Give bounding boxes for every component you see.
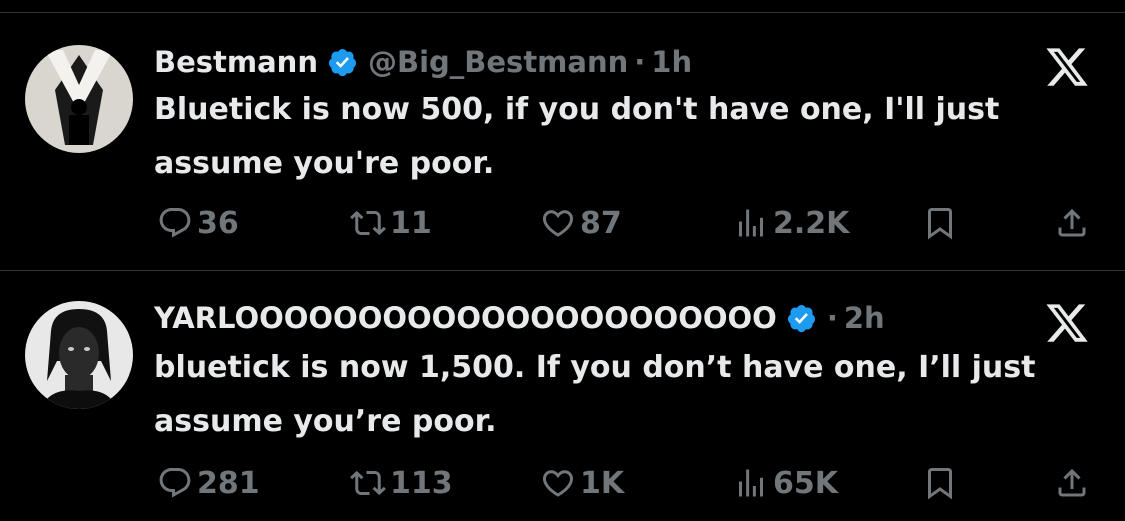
- share-icon: [1058, 468, 1086, 497]
- bookmark-button[interactable]: [922, 203, 958, 243]
- tweet-text: Bluetick is now 500, if you don't have o…: [154, 92, 1000, 181]
- retweet-count: 113: [390, 465, 453, 501]
- separator: ·: [826, 301, 838, 335]
- like-icon: [542, 210, 574, 237]
- verified-badge-icon: [786, 303, 817, 334]
- views-count: 2.2K: [773, 205, 850, 241]
- avatar-image: [25, 301, 133, 409]
- views-icon: [739, 469, 763, 497]
- separator: ·: [634, 45, 646, 79]
- like-button[interactable]: 1K: [540, 463, 624, 503]
- retweet-count: 11: [390, 205, 432, 241]
- bookmark-button[interactable]: [922, 463, 958, 503]
- share-button[interactable]: [1054, 463, 1090, 503]
- avatar[interactable]: [25, 45, 133, 153]
- like-icon: [542, 470, 574, 497]
- retweet-icon: [350, 470, 386, 496]
- share-button[interactable]: [1054, 203, 1090, 243]
- avatar-image: [25, 45, 133, 153]
- tweet-header: YARLOOOOOOOOOOOOOOOOOOOOOO · 2h: [154, 298, 885, 338]
- like-button[interactable]: 87: [540, 203, 622, 243]
- views-button[interactable]: 65K: [733, 463, 838, 503]
- timestamp[interactable]: 2h: [844, 301, 885, 335]
- views-button[interactable]: 2.2K: [733, 203, 849, 243]
- like-count: 87: [580, 205, 622, 241]
- bookmark-icon: [928, 468, 952, 500]
- action-bar: 281 113 1K 65K: [0, 463, 1125, 503]
- top-divider: [0, 12, 1125, 13]
- reply-count: 281: [197, 465, 260, 501]
- display-name[interactable]: Bestmann: [154, 45, 318, 79]
- timestamp[interactable]: 1h: [651, 45, 692, 79]
- tweet-text: bluetick is now 1,500. If you don’t have…: [154, 350, 1036, 439]
- share-icon: [1058, 208, 1086, 237]
- retweet-button[interactable]: 113: [350, 463, 453, 503]
- action-bar: 36 11 87 2.2K: [0, 203, 1125, 243]
- handle[interactable]: @Big_Bestmann: [368, 45, 628, 79]
- reply-button[interactable]: 36: [157, 203, 239, 243]
- like-count: 1K: [580, 465, 625, 501]
- bookmark-icon: [928, 208, 952, 240]
- reply-icon: [159, 468, 191, 498]
- display-name[interactable]: YARLOOOOOOOOOOOOOOOOOOOOOO: [154, 301, 777, 335]
- views-count: 65K: [773, 465, 838, 501]
- x-logo-icon: [1043, 300, 1091, 346]
- reply-icon: [159, 208, 191, 238]
- views-icon: [739, 209, 763, 237]
- tweet-header: Bestmann @Big_Bestmann · 1h: [154, 42, 692, 82]
- reply-button[interactable]: 281: [157, 463, 260, 503]
- verified-badge-icon: [327, 47, 358, 78]
- tweet-divider: [0, 270, 1125, 271]
- retweet-icon: [350, 210, 386, 236]
- retweet-button[interactable]: 11: [350, 203, 432, 243]
- reply-count: 36: [197, 205, 239, 241]
- avatar[interactable]: [25, 301, 133, 409]
